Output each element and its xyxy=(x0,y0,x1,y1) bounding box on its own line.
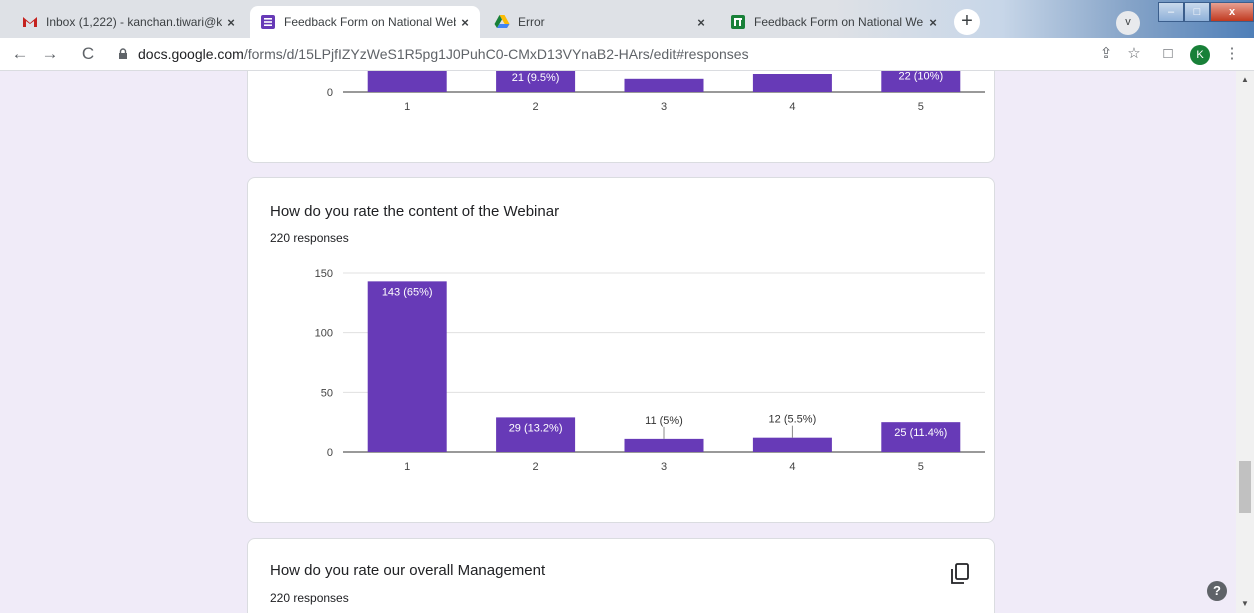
bar xyxy=(752,437,832,452)
tab-gmail-inbox[interactable]: Inbox (1,222) - kanchan.tiwari@k × xyxy=(12,6,246,38)
close-tab-icon[interactable]: × xyxy=(222,15,240,30)
bar-chart-previous: 0 1 2 21 (9.5%) 3 4 5 22 (10%) xyxy=(327,71,985,113)
scroll-up-arrow[interactable]: ▲ xyxy=(1236,75,1254,84)
bar xyxy=(367,281,447,452)
google-forms-icon xyxy=(261,15,275,29)
x-tick-label: 1 xyxy=(404,101,410,113)
question-title: How do you rate our overall Management xyxy=(270,562,546,579)
x-tick-label: 2 xyxy=(533,101,539,113)
data-label: 25 (11.4%) xyxy=(894,427,947,439)
window-controls: – □ x xyxy=(1158,2,1254,22)
bar xyxy=(624,78,704,92)
close-window-button[interactable]: x xyxy=(1210,2,1254,22)
scrollbar-thumb[interactable] xyxy=(1239,461,1251,513)
response-count: 220 responses xyxy=(270,591,349,605)
bar-chart-content-rating: 0 50 100 150 1 143 (65%) 2 29 (13.2%) 3 11 (5%) 4 1… xyxy=(315,268,985,473)
x-tick-label: 2 xyxy=(533,461,539,473)
bar xyxy=(624,438,704,452)
question-card: 0 1 2 21 (9.5%) 3 4 5 22 (10%) xyxy=(247,71,995,163)
profile-avatar[interactable]: K xyxy=(1190,45,1210,65)
scroll-down-arrow[interactable]: ▼ xyxy=(1236,599,1254,608)
copy-chart-icon[interactable] xyxy=(950,563,970,585)
x-tick-label: 3 xyxy=(661,461,667,473)
page-scrollbar[interactable]: ▲ ▼ xyxy=(1236,71,1254,613)
tab-feedback-form[interactable]: Feedback Form on National Web × xyxy=(250,6,480,38)
minimize-button[interactable]: – xyxy=(1158,2,1184,22)
help-icon[interactable]: ? xyxy=(1207,581,1227,601)
question-card: How do you rate the content of the Webin… xyxy=(247,177,995,523)
tab-feedback-sheet[interactable]: Feedback Form on National Web × xyxy=(720,6,948,38)
x-tick-label: 1 xyxy=(404,461,410,473)
forms-responses-page: 0 1 2 21 (9.5%) 3 4 5 22 (10%) How do you rate … xyxy=(0,71,1236,613)
question-title: How do you rate the content of the Webin… xyxy=(270,203,560,220)
y-tick-label: 50 xyxy=(321,387,333,399)
x-tick-label: 3 xyxy=(661,101,667,113)
data-label: 12 (5.5%) xyxy=(769,414,817,426)
bar xyxy=(752,74,832,92)
data-label: 29 (13.2%) xyxy=(509,422,563,434)
data-label: 21 (9.5%) xyxy=(512,72,560,84)
url-domain: docs.google.com xyxy=(138,46,244,62)
y-tick-label: 100 xyxy=(315,328,333,340)
google-drive-icon xyxy=(494,15,510,28)
menu-kebab-icon[interactable]: ⋮ xyxy=(1220,42,1244,66)
data-label: 22 (10%) xyxy=(898,71,943,83)
bookmark-star-icon[interactable]: ☆ xyxy=(1122,42,1146,66)
x-tick-label: 4 xyxy=(789,461,795,473)
reload-button[interactable]: C xyxy=(76,42,100,66)
tab-title: Feedback Form on National Web xyxy=(754,15,924,29)
maximize-button[interactable]: □ xyxy=(1184,2,1210,22)
tab-search-button[interactable]: v xyxy=(1116,11,1140,35)
tab-title: Feedback Form on National Web xyxy=(284,15,456,29)
x-tick-label: 5 xyxy=(918,101,924,113)
tab-title: Inbox (1,222) - kanchan.tiwari@k xyxy=(46,15,222,29)
close-tab-icon[interactable]: × xyxy=(456,15,474,30)
data-label: 11 (5%) xyxy=(645,415,683,427)
new-tab-button[interactable]: + xyxy=(954,9,980,35)
response-count: 220 responses xyxy=(270,231,349,245)
close-tab-icon[interactable]: × xyxy=(924,15,942,30)
bar xyxy=(367,71,447,92)
close-tab-icon[interactable]: × xyxy=(692,15,710,30)
url-path: /forms/d/15LPjfIZYzWeS1R5pg1J0PuhC0-CMxD… xyxy=(243,46,749,62)
address-bar[interactable]: docs.google.com/forms/d/15LPjfIZYzWeS1R5… xyxy=(116,42,1076,66)
question-card: How do you rate our overall Management 2… xyxy=(247,538,995,613)
lock-icon xyxy=(119,48,127,59)
data-label: 143 (65%) xyxy=(382,286,433,298)
gmail-icon xyxy=(23,17,37,27)
tab-title: Error xyxy=(518,15,545,29)
side-panel-icon[interactable]: □ xyxy=(1156,42,1180,66)
tab-strip: Inbox (1,222) - kanchan.tiwari@k × Feedb… xyxy=(0,0,1254,38)
x-tick-label: 4 xyxy=(789,101,795,113)
y-tick-label: 0 xyxy=(327,447,333,459)
forward-button[interactable]: → xyxy=(38,42,62,66)
x-tick-label: 5 xyxy=(918,461,924,473)
y-tick-label: 150 xyxy=(315,268,333,280)
browser-toolbar: ← → C docs.google.com/forms/d/15LPjfIZYz… xyxy=(0,38,1254,71)
y-tick-label: 0 xyxy=(327,87,333,99)
share-icon[interactable]: ⇪ xyxy=(1094,42,1118,66)
tab-error[interactable]: Error × xyxy=(484,6,716,38)
google-sheets-icon xyxy=(731,15,745,29)
back-button[interactable]: ← xyxy=(8,42,32,66)
